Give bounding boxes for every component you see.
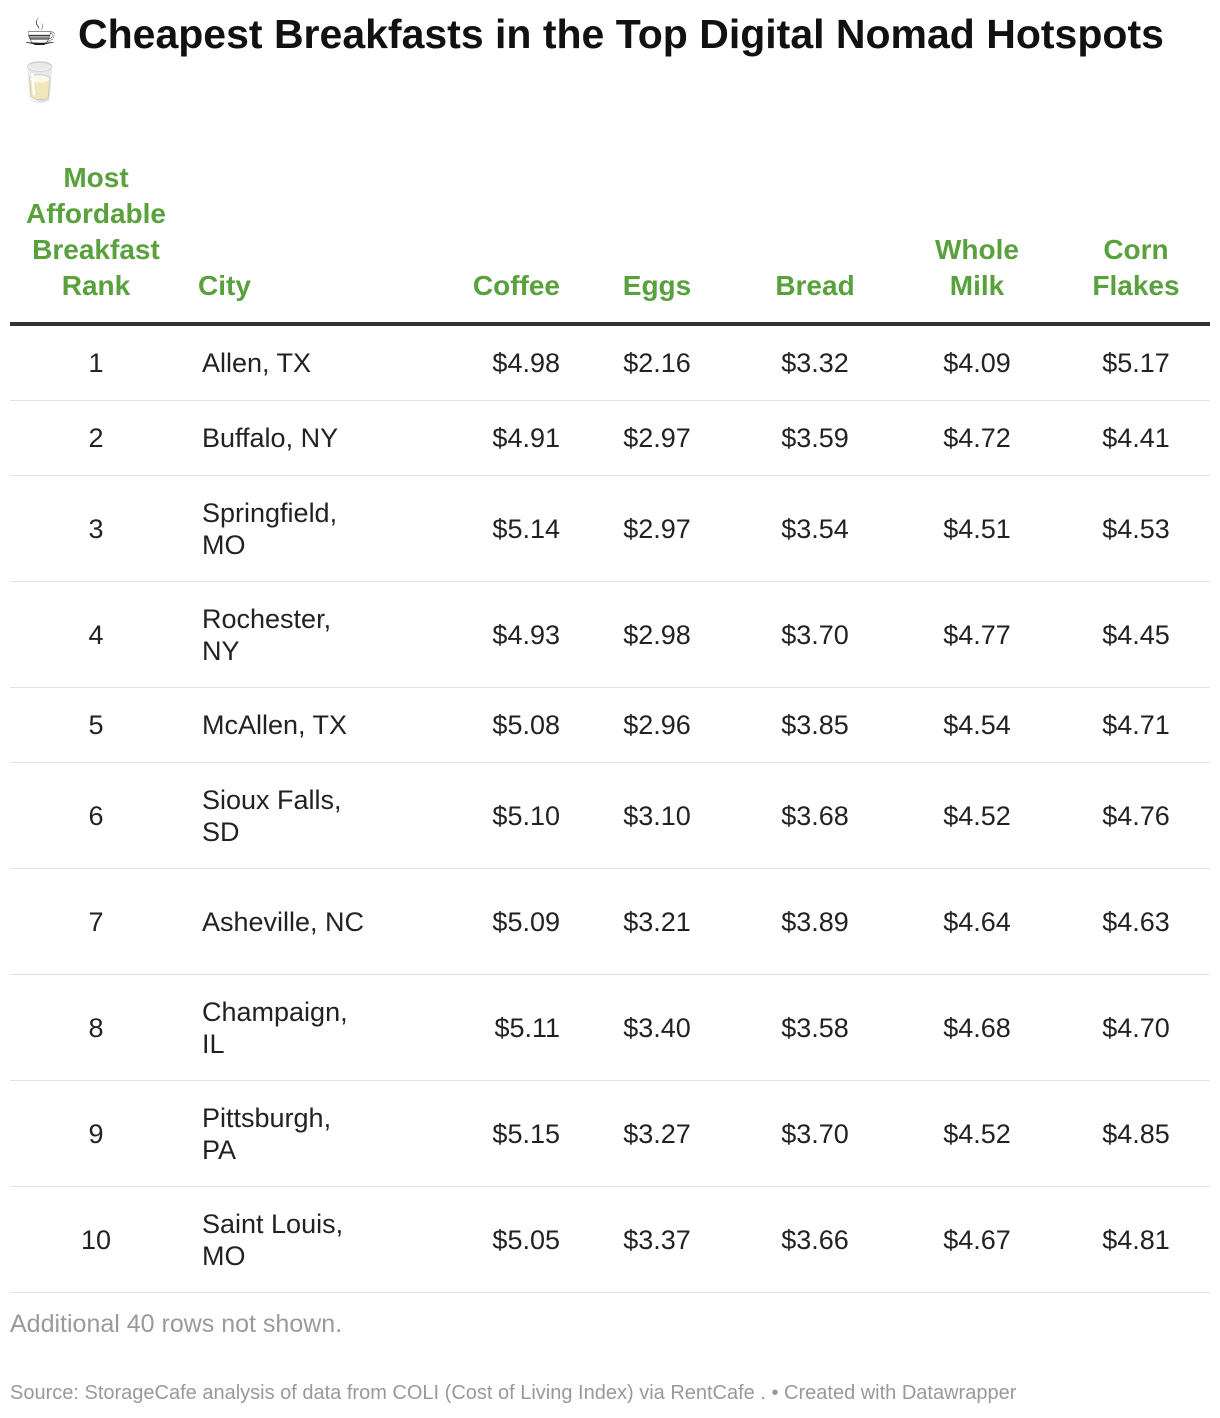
source-line: Source: StorageCafe analysis of data fro… — [10, 1382, 1017, 1404]
cell-rank: 5 — [10, 687, 182, 763]
cell-city: Saint Louis, MO — [182, 1186, 382, 1293]
cell-rank: 1 — [10, 324, 182, 401]
cell-coffee: $5.15 — [382, 1080, 576, 1187]
header-coffee[interactable]: Coffee — [382, 160, 576, 326]
cell-whole-milk: $4.67 — [892, 1186, 1062, 1293]
cell-bread: $3.66 — [738, 1186, 892, 1293]
cell-coffee: $4.98 — [382, 324, 576, 401]
cell-coffee: $5.10 — [382, 762, 576, 869]
cell-corn-flakes: $4.76 — [1062, 762, 1210, 869]
cell-city: McAllen, TX — [182, 687, 382, 763]
table-body: 1 Allen, TX $4.98 $2.16 $3.32 $4.09 $5.17 2 Buff… — [10, 324, 1210, 1293]
chart-title: Cheapest Breakfasts in the Top Digital N… — [78, 11, 1164, 57]
cell-corn-flakes: $4.45 — [1062, 581, 1210, 688]
cell-corn-flakes: $5.17 — [1062, 324, 1210, 401]
cell-corn-flakes: $4.85 — [1062, 1080, 1210, 1187]
cell-eggs: $2.16 — [576, 324, 738, 401]
cell-eggs: $3.40 — [576, 974, 738, 1081]
cell-whole-milk: $4.72 — [892, 400, 1062, 476]
cell-city: Springfield, MO — [182, 475, 382, 582]
cell-corn-flakes: $4.81 — [1062, 1186, 1210, 1293]
cell-rank: 6 — [10, 762, 182, 869]
cell-coffee: $4.93 — [382, 581, 576, 688]
cell-bread: $3.70 — [738, 581, 892, 688]
cell-eggs: $3.27 — [576, 1080, 738, 1187]
cell-rank: 3 — [10, 475, 182, 582]
cell-eggs: $2.96 — [576, 687, 738, 763]
cell-bread: $3.59 — [738, 400, 892, 476]
cell-coffee: $4.91 — [382, 400, 576, 476]
cell-city: Pittsburgh, PA — [182, 1080, 382, 1187]
cell-rank: 8 — [10, 974, 182, 1081]
cell-bread: $3.32 — [738, 324, 892, 401]
table-row: 5 McAllen, TX $5.08 $2.96 $3.85 $4.54 $4.71 — [10, 687, 1210, 763]
cell-eggs: $3.21 — [576, 868, 738, 975]
cell-bread: $3.89 — [738, 868, 892, 975]
table-row: 10 Saint Louis, MO $5.05 $3.37 $3.66 $4.67 $4.… — [10, 1186, 1210, 1293]
cell-eggs: $3.37 — [576, 1186, 738, 1293]
cell-city: Sioux Falls, SD — [182, 762, 382, 869]
cell-city: Rochester, NY — [182, 581, 382, 688]
cell-bread: $3.54 — [738, 475, 892, 582]
table-row: 4 Rochester, NY $4.93 $2.98 $3.70 $4.77 $4.45 — [10, 581, 1210, 688]
cell-corn-flakes: $4.70 — [1062, 974, 1210, 1081]
cell-rank: 2 — [10, 400, 182, 476]
cell-eggs: $3.10 — [576, 762, 738, 869]
table-row: 1 Allen, TX $4.98 $2.16 $3.32 $4.09 $5.17 — [10, 324, 1210, 401]
cell-bread: $3.58 — [738, 974, 892, 1081]
cell-whole-milk: $4.54 — [892, 687, 1062, 763]
cell-whole-milk: $4.09 — [892, 324, 1062, 401]
breakfast-table: Most Affordable Breakfast Rank City Coff… — [10, 160, 1210, 1293]
cell-whole-milk: $4.52 — [892, 762, 1062, 869]
cell-rank: 10 — [10, 1186, 182, 1293]
cell-city: Allen, TX — [182, 324, 382, 401]
header-bread[interactable]: Bread — [738, 160, 892, 326]
table-row: 7 Asheville, NC $5.09 $3.21 $3.89 $4.64 $4.63 — [10, 868, 1210, 975]
cell-corn-flakes: $4.53 — [1062, 475, 1210, 582]
cell-rank: 7 — [10, 868, 182, 975]
cell-corn-flakes: $4.63 — [1062, 868, 1210, 975]
cell-bread: $3.70 — [738, 1080, 892, 1187]
table-row: 6 Sioux Falls, SD $5.10 $3.10 $3.68 $4.52 $4.7… — [10, 762, 1210, 869]
cell-coffee: $5.05 — [382, 1186, 576, 1293]
cell-city: Buffalo, NY — [182, 400, 382, 476]
milk-glass-icon: 🥛 — [16, 62, 64, 104]
header-corn-flakes[interactable]: Corn Flakes — [1062, 160, 1210, 326]
cell-bread: $3.85 — [738, 687, 892, 763]
cell-corn-flakes: $4.41 — [1062, 400, 1210, 476]
cell-rank: 4 — [10, 581, 182, 688]
title-emojis: ☕ 🥛 — [10, 8, 70, 108]
table-row: 9 Pittsburgh, PA $5.15 $3.27 $3.70 $4.52 $4.85 — [10, 1080, 1210, 1187]
cell-eggs: $2.97 — [576, 400, 738, 476]
header-whole-milk[interactable]: Whole Milk — [892, 160, 1062, 326]
cell-rank: 9 — [10, 1080, 182, 1187]
cell-whole-milk: $4.68 — [892, 974, 1062, 1081]
table-row: 2 Buffalo, NY $4.91 $2.97 $3.59 $4.72 $4.41 — [10, 400, 1210, 476]
cell-whole-milk: $4.51 — [892, 475, 1062, 582]
cell-whole-milk: $4.52 — [892, 1080, 1062, 1187]
cell-whole-milk: $4.77 — [892, 581, 1062, 688]
cell-eggs: $2.98 — [576, 581, 738, 688]
cell-bread: $3.68 — [738, 762, 892, 869]
table-row: 8 Champaign, IL $5.11 $3.40 $3.58 $4.68 $4.70 — [10, 974, 1210, 1081]
cell-coffee: $5.14 — [382, 475, 576, 582]
cell-city: Champaign, IL — [182, 974, 382, 1081]
cell-coffee: $5.08 — [382, 687, 576, 763]
cell-eggs: $2.97 — [576, 475, 738, 582]
cell-whole-milk: $4.64 — [892, 868, 1062, 975]
header-city[interactable]: City — [182, 160, 382, 326]
title-block: ☕ 🥛 Cheapest Breakfasts in the Top Digit… — [10, 8, 1210, 108]
cell-coffee: $5.09 — [382, 868, 576, 975]
cell-coffee: $5.11 — [382, 974, 576, 1081]
cell-corn-flakes: $4.71 — [1062, 687, 1210, 763]
table-header-row: Most Affordable Breakfast Rank City Coff… — [10, 160, 1210, 326]
table-row: 3 Springfield, MO $5.14 $2.97 $3.54 $4.51 $4.5… — [10, 475, 1210, 582]
footer-note: Additional 40 rows not shown. — [10, 1310, 343, 1338]
header-eggs[interactable]: Eggs — [576, 160, 738, 326]
header-rank[interactable]: Most Affordable Breakfast Rank — [10, 160, 182, 326]
cell-city: Asheville, NC — [182, 868, 382, 975]
coffee-cup-icon: ☕ — [22, 12, 58, 54]
